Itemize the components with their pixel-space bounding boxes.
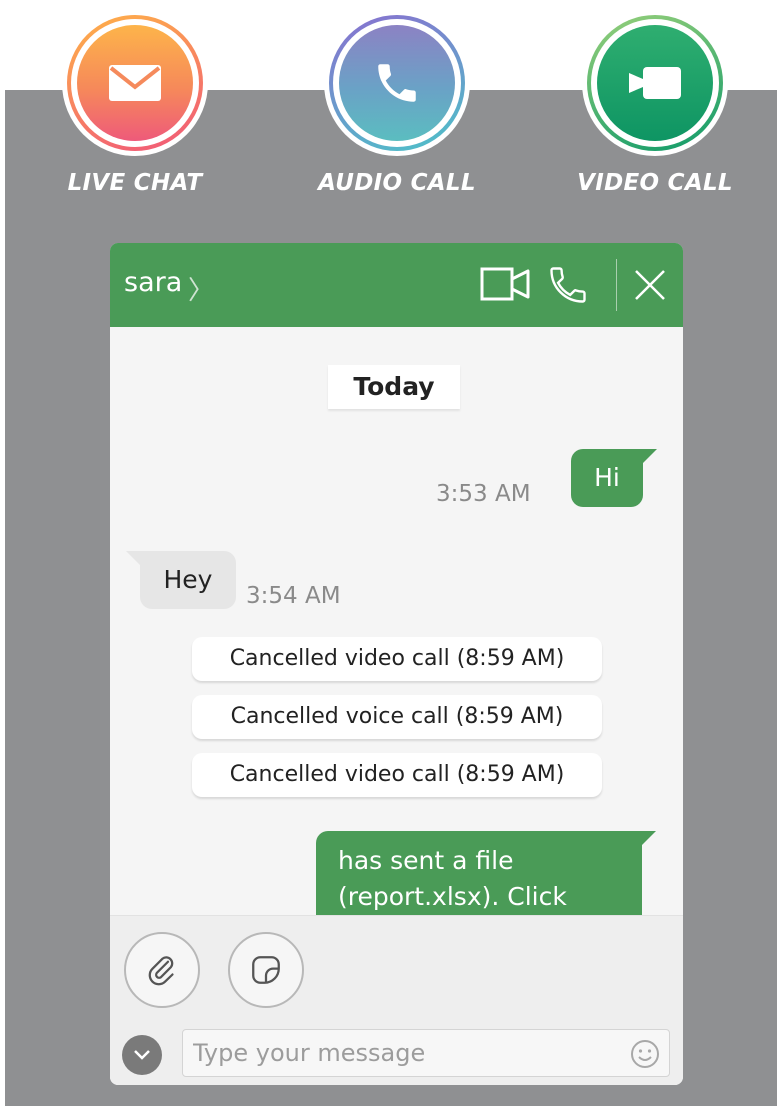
message-bubble-incoming[interactable]: Hey xyxy=(126,551,236,609)
chat-window: sara 〉 Today Hi 3:53 AM Hey 3:54 AM Canc… xyxy=(110,243,683,1085)
chevron-right-icon[interactable]: 〉 xyxy=(188,270,214,307)
file-message-link[interactable]: (report.xlsx). Click xyxy=(338,879,642,915)
call-notice: Cancelled voice call (8:59 AM) xyxy=(192,695,602,739)
expand-button[interactable] xyxy=(122,1035,162,1075)
chat-header: sara 〉 xyxy=(110,243,683,327)
header-divider xyxy=(616,259,617,311)
feature-ring-gap xyxy=(71,19,199,147)
feature-ring-gap xyxy=(591,19,719,147)
close-icon[interactable] xyxy=(632,267,668,303)
page: LIVE CHAT AUDIO CALL VIDEO CALL sara 〉 T… xyxy=(0,0,779,1106)
feature-ring-gap xyxy=(333,19,461,147)
feature-disc xyxy=(339,25,455,141)
feature-ring xyxy=(582,10,728,156)
feature-ring xyxy=(62,10,208,156)
date-separator: Today xyxy=(328,365,460,409)
sticker-icon xyxy=(252,956,280,984)
feature-gradient-ring xyxy=(329,15,465,151)
attach-button[interactable] xyxy=(124,932,200,1008)
file-message-line: has sent a file xyxy=(338,846,514,875)
feature-audio-call[interactable]: AUDIO CALL xyxy=(318,10,476,196)
chevron-down-icon xyxy=(134,1050,150,1060)
message-list[interactable]: Today Hi 3:53 AM Hey 3:54 AM Cancelled v… xyxy=(110,327,683,915)
feature-gradient-ring xyxy=(587,15,723,151)
feature-label: VIDEO CALL xyxy=(577,170,733,196)
message-bubble-outgoing[interactable]: Hi xyxy=(571,449,657,507)
feature-label: AUDIO CALL xyxy=(318,170,476,196)
envelope-icon xyxy=(109,65,161,101)
sticker-button[interactable] xyxy=(228,932,304,1008)
feature-disc xyxy=(597,25,713,141)
message-time: 3:53 AM xyxy=(436,481,531,507)
call-notice: Cancelled video call (8:59 AM) xyxy=(192,753,602,797)
phone-icon xyxy=(378,64,416,102)
feature-gradient-ring xyxy=(67,15,203,151)
message-time: 3:54 AM xyxy=(246,583,341,609)
feature-video-call[interactable]: VIDEO CALL xyxy=(577,10,733,196)
call-notice: Cancelled video call (8:59 AM) xyxy=(192,637,602,681)
feature-live-chat[interactable]: LIVE CHAT xyxy=(60,10,210,196)
message-input[interactable] xyxy=(182,1029,670,1077)
composer-toolbar xyxy=(110,915,683,1024)
feature-ring xyxy=(324,10,470,156)
contact-name[interactable]: sara xyxy=(124,267,182,298)
message-input-row xyxy=(110,1023,683,1085)
paperclip-icon xyxy=(148,956,174,986)
feature-label: LIVE CHAT xyxy=(67,170,203,196)
feature-disc xyxy=(77,25,193,141)
emoji-icon[interactable] xyxy=(630,1039,660,1069)
phone-icon[interactable] xyxy=(544,263,592,307)
file-message-bubble[interactable]: has sent a file (report.xlsx). Click xyxy=(316,831,656,915)
video-camera-icon[interactable] xyxy=(480,263,532,305)
video-camera-icon xyxy=(629,67,681,99)
